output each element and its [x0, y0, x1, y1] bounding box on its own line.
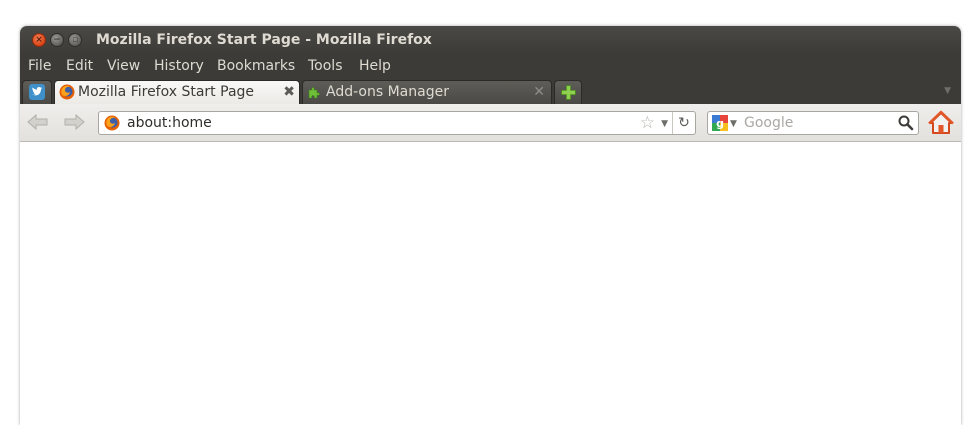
- close-icon: ×: [35, 35, 43, 45]
- window-minimize-button[interactable]: −: [50, 33, 64, 47]
- tab-label: Mozilla Firefox Start Page: [78, 84, 255, 100]
- magnifier-icon[interactable]: [897, 114, 915, 132]
- puzzle-piece-icon: [308, 87, 320, 99]
- google-icon: g: [712, 115, 728, 131]
- home-button[interactable]: [928, 110, 954, 136]
- home-icon: [928, 110, 954, 134]
- menu-bookmarks[interactable]: Bookmarks: [217, 58, 295, 74]
- minimize-icon: −: [53, 35, 61, 45]
- tab-addons-manager[interactable]: Add-ons Manager ✕: [302, 80, 552, 104]
- menu-bar: File Edit View History Bookmarks Tools H…: [20, 54, 961, 78]
- firefox-icon: [59, 84, 75, 100]
- firefox-icon: [104, 115, 120, 131]
- tab-pinned-twitter[interactable]: [22, 80, 52, 104]
- page-content: [20, 142, 961, 425]
- bookmark-star-icon[interactable]: ☆: [640, 112, 655, 134]
- forward-arrow-icon: [64, 113, 85, 131]
- url-text[interactable]: about:home: [127, 115, 212, 131]
- tab-list-dropdown-icon[interactable]: ▼: [944, 86, 951, 96]
- back-button[interactable]: [25, 111, 51, 133]
- twitter-bird-icon: [29, 84, 45, 100]
- url-bar[interactable]: about:home ☆ ▼ ↻: [98, 111, 696, 135]
- maximize-icon: ▫: [71, 35, 79, 45]
- menu-history[interactable]: History: [154, 58, 204, 74]
- tab-label: Add-ons Manager: [326, 84, 449, 100]
- window-maximize-button[interactable]: ▫: [68, 33, 82, 47]
- back-arrow-icon: [27, 113, 48, 131]
- forward-button[interactable]: [61, 111, 87, 133]
- search-bar[interactable]: g ▼: [707, 111, 919, 135]
- tab-close-button[interactable]: ✖: [283, 83, 295, 101]
- plus-icon: [561, 85, 576, 100]
- new-tab-button[interactable]: [554, 80, 582, 104]
- search-engine-dropdown-icon[interactable]: ▼: [730, 113, 737, 135]
- title-bar: × − ▫ Mozilla Firefox Start Page - Mozil…: [20, 26, 961, 54]
- tab-strip: Mozilla Firefox Start Page ✖ Add-ons Man…: [20, 78, 961, 104]
- menu-view[interactable]: View: [107, 58, 140, 74]
- window-title: Mozilla Firefox Start Page - Mozilla Fir…: [96, 32, 432, 48]
- reload-icon: ↻: [678, 115, 690, 131]
- menu-file[interactable]: File: [28, 58, 51, 74]
- reload-button[interactable]: ↻: [672, 112, 695, 134]
- svg-text:g: g: [716, 117, 724, 130]
- firefox-window: × − ▫ Mozilla Firefox Start Page - Mozil…: [20, 26, 961, 425]
- menu-help[interactable]: Help: [359, 58, 391, 74]
- search-input[interactable]: [744, 114, 894, 132]
- menu-edit[interactable]: Edit: [66, 58, 93, 74]
- navigation-toolbar: about:home ☆ ▼ ↻ g ▼: [20, 104, 961, 142]
- tab-close-button[interactable]: ✕: [533, 83, 545, 101]
- window-close-button[interactable]: ×: [32, 33, 46, 47]
- tab-firefox-start-page[interactable]: Mozilla Firefox Start Page ✖: [54, 80, 300, 104]
- url-history-dropdown-icon[interactable]: ▼: [661, 113, 668, 135]
- menu-tools[interactable]: Tools: [308, 58, 343, 74]
